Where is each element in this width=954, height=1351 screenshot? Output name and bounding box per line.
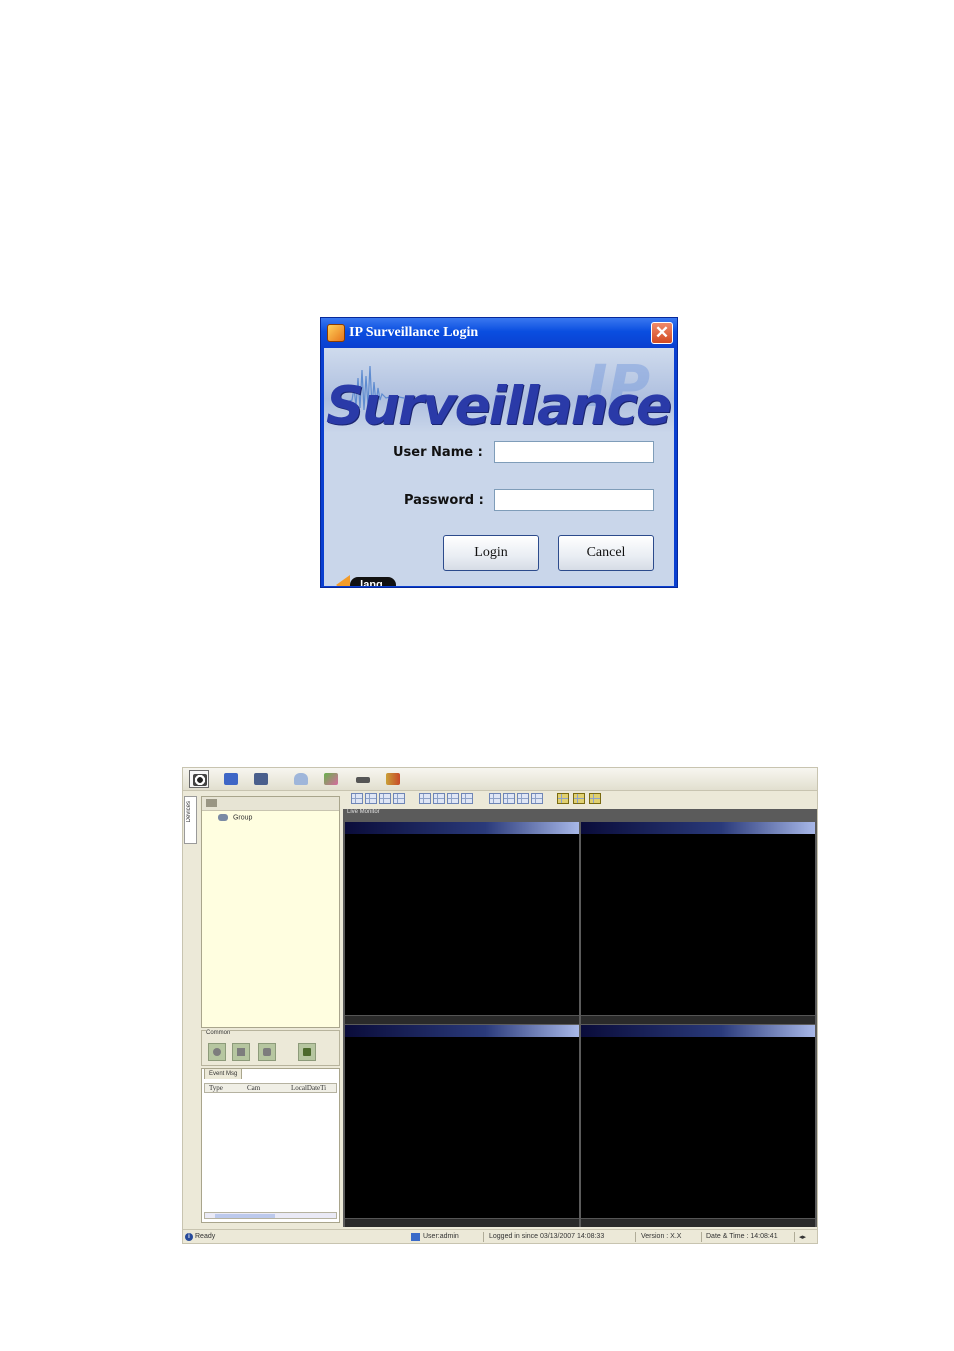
- phone-icon[interactable]: [353, 770, 373, 788]
- layout-d-icon[interactable]: [531, 793, 543, 804]
- layout-16-icon[interactable]: [461, 793, 473, 804]
- layout-c-icon[interactable]: [517, 793, 529, 804]
- event-msg-tab[interactable]: Event Msg: [204, 1068, 243, 1079]
- status-date-time: Date & Time : 14:08:41: [706, 1233, 778, 1240]
- arrow-left-icon: [336, 575, 350, 586]
- chart-icon[interactable]: [321, 770, 341, 788]
- live-monitor: Live Monitor: [343, 809, 817, 1227]
- main-window: Devices Group Common Event Msg Type Cam …: [182, 767, 818, 1244]
- camera-title-bar: [345, 1025, 579, 1037]
- sequence-icon[interactable]: [557, 793, 569, 804]
- event-message-panel: Event Msg Type Cam LocalDateTi: [201, 1068, 340, 1223]
- brand-banner: IP Surveillance: [324, 348, 674, 437]
- layout-13-icon[interactable]: [447, 793, 459, 804]
- audio-icon[interactable]: [232, 1043, 250, 1061]
- divider: [701, 1232, 702, 1242]
- exit-icon[interactable]: [383, 770, 403, 788]
- camera-footer: [581, 1015, 815, 1024]
- divider: [794, 1232, 795, 1242]
- layout-1-icon[interactable]: [351, 793, 363, 804]
- info-icon: i: [185, 1233, 193, 1241]
- camera-view-1[interactable]: [345, 822, 579, 1024]
- camera-footer: [345, 1015, 579, 1024]
- film-icon[interactable]: [251, 770, 271, 788]
- tree-header: [202, 797, 339, 811]
- record-icon[interactable]: [208, 1043, 226, 1061]
- layout-a-icon[interactable]: [489, 793, 501, 804]
- status-ready: Ready: [195, 1233, 216, 1240]
- layout-8-icon[interactable]: [393, 793, 405, 804]
- camera-title-bar: [345, 822, 579, 834]
- divider: [483, 1232, 484, 1242]
- login-button[interactable]: Login: [443, 535, 539, 571]
- col-local-datetime[interactable]: LocalDateTi: [291, 1084, 326, 1092]
- eye-icon[interactable]: [189, 770, 209, 788]
- main-toolbar: [183, 768, 817, 791]
- device-tree: Group: [201, 796, 340, 1028]
- status-bar: i Ready User:admin Logged in since 03/13…: [183, 1229, 817, 1244]
- dialog-title-bar[interactable]: IP Surveillance Login ✕: [321, 318, 677, 348]
- camera-view-4[interactable]: [581, 1025, 815, 1227]
- group-icon: [218, 814, 228, 821]
- trash-icon[interactable]: [298, 1043, 316, 1061]
- camera-title-bar: [581, 822, 815, 834]
- close-button[interactable]: ✕: [651, 322, 673, 344]
- col-type[interactable]: Type: [209, 1084, 223, 1092]
- status-user: User:admin: [423, 1233, 459, 1240]
- user-name-input[interactable]: [494, 441, 654, 463]
- password-label: Password :: [404, 493, 484, 508]
- user-name-label: User Name :: [393, 445, 483, 460]
- layout-10-icon[interactable]: [433, 793, 445, 804]
- divider: [635, 1232, 636, 1242]
- cancel-button[interactable]: Cancel: [558, 535, 654, 571]
- horizontal-scrollbar[interactable]: [204, 1212, 337, 1219]
- event-column-headers: Type Cam LocalDateTi: [204, 1083, 337, 1093]
- snapshot-icon[interactable]: [258, 1043, 276, 1061]
- status-scroll-arrows[interactable]: ◂▸: [799, 1233, 806, 1241]
- status-logged-in: Logged in since 03/13/2007 14:08:33: [489, 1233, 605, 1240]
- app-icon: [327, 324, 345, 342]
- layout-4-icon[interactable]: [365, 793, 377, 804]
- brand-logo-text: Surveillance: [326, 376, 672, 437]
- camera-title-bar: [581, 1025, 815, 1037]
- side-tab-label: Devices: [186, 801, 192, 823]
- layout-6-icon[interactable]: [379, 793, 391, 804]
- dialog-body: IP Surveillance User Name : Password : l…: [324, 348, 674, 586]
- refresh-icon[interactable]: [573, 793, 585, 804]
- devices-side-tab[interactable]: Devices: [184, 796, 197, 844]
- col-cam[interactable]: Cam: [247, 1084, 260, 1092]
- camera-view-2[interactable]: [581, 822, 815, 1024]
- lang-label: lang.: [350, 577, 396, 586]
- live-monitor-label: Live Monitor: [347, 809, 380, 815]
- camera-setup-icon[interactable]: [221, 770, 241, 788]
- user-icon: [411, 1233, 420, 1241]
- tree-node-group[interactable]: Group: [218, 814, 252, 821]
- view-layout-toolbar: [343, 792, 817, 806]
- login-dialog: IP Surveillance Login ✕ IP Surveillance …: [320, 317, 678, 588]
- dialog-title: IP Surveillance Login: [349, 325, 479, 340]
- scrollbar-thumb[interactable]: [215, 1214, 275, 1218]
- password-input[interactable]: [494, 489, 654, 511]
- tree-node-label: Group: [232, 814, 253, 822]
- common-panel: Common: [201, 1030, 340, 1066]
- lock-icon[interactable]: [291, 770, 311, 788]
- camera-footer: [581, 1218, 815, 1227]
- status-version: Version : X.X: [641, 1233, 682, 1240]
- common-label: Common: [206, 1030, 231, 1036]
- camera-view-3[interactable]: [345, 1025, 579, 1227]
- camera-footer: [345, 1218, 579, 1227]
- folder-icon: [206, 799, 217, 807]
- fullscreen-icon[interactable]: [589, 793, 601, 804]
- layout-b-icon[interactable]: [503, 793, 515, 804]
- layout-9-icon[interactable]: [419, 793, 431, 804]
